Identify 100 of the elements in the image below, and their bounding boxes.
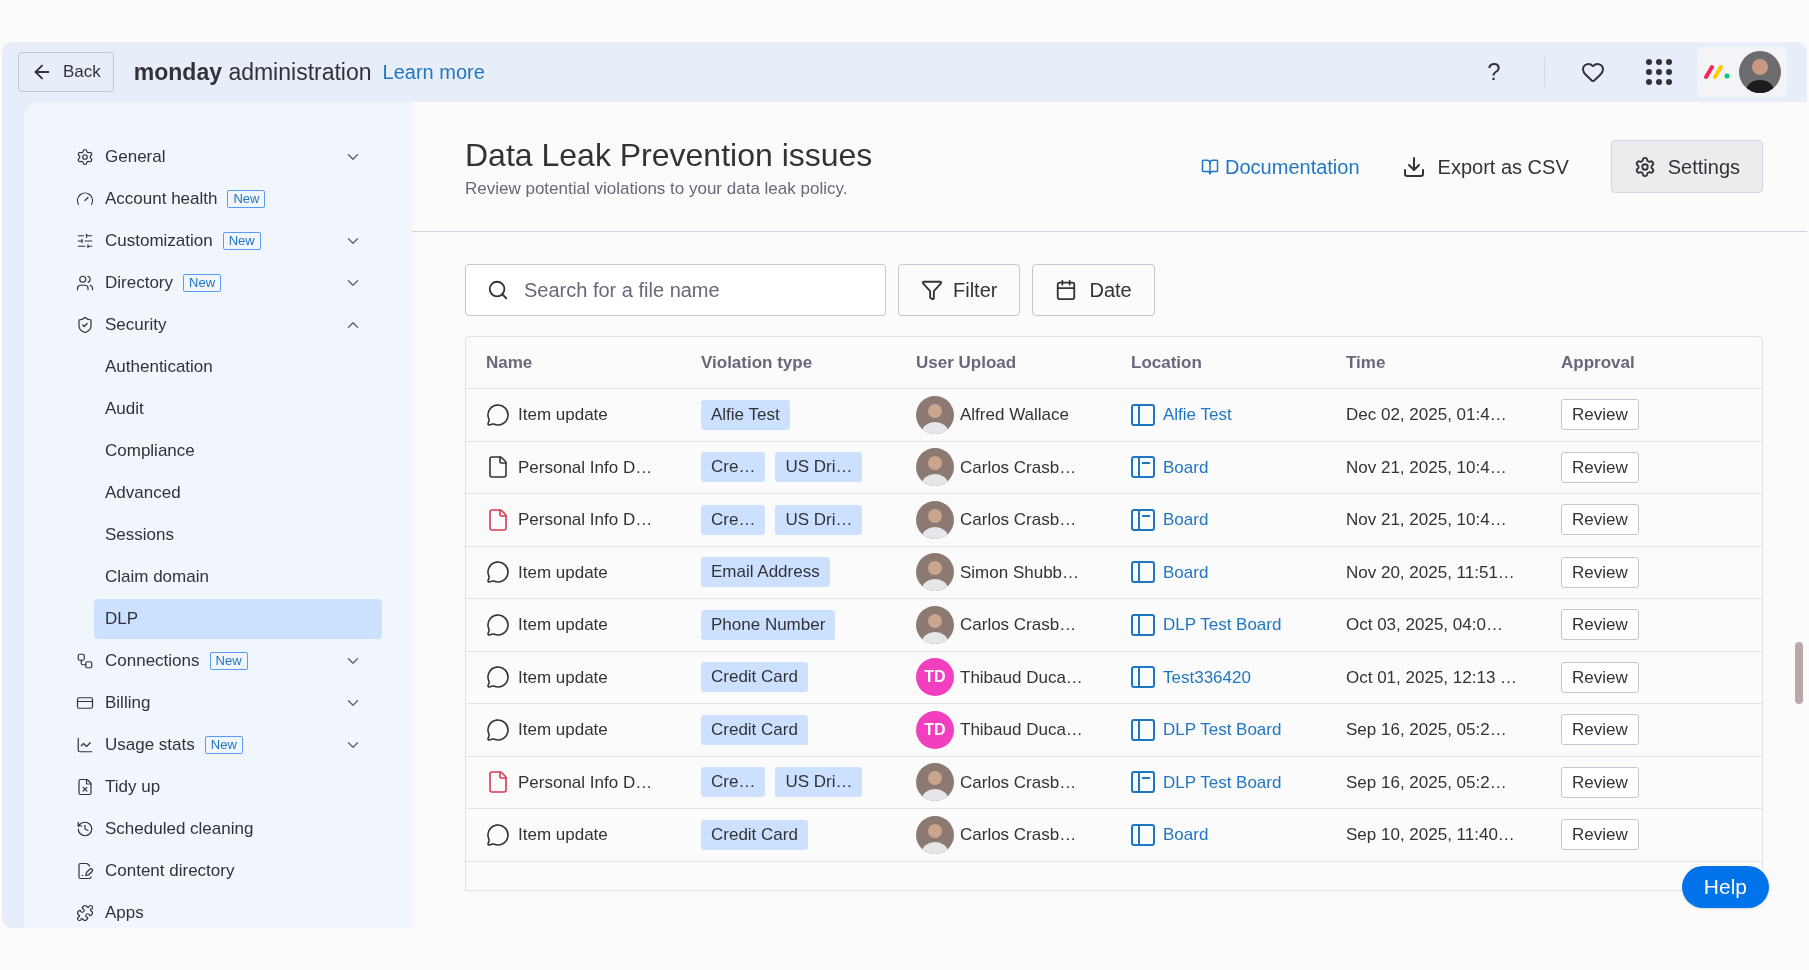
review-button[interactable]: Review (1561, 819, 1639, 851)
search-field[interactable]: Search for a file name (465, 264, 886, 316)
back-button[interactable]: Back (18, 52, 114, 92)
time-cell-text: Oct 03, 2025, 04:0… (1346, 614, 1504, 636)
location-link[interactable]: Board (1163, 454, 1209, 480)
review-button[interactable]: Review (1561, 609, 1639, 641)
avatar (916, 448, 954, 487)
learn-more-link[interactable]: Learn more (382, 57, 485, 87)
board-icon (1131, 823, 1155, 846)
help-icon[interactable]: ? (1482, 54, 1506, 90)
violation-tag: Credit Card (701, 662, 808, 693)
sidebar-item[interactable]: Security (64, 304, 382, 346)
sidebar-item-icon (76, 736, 94, 754)
time-cell-text: Nov 20, 2025, 11:51… (1346, 561, 1516, 584)
speech-bubble-icon (486, 612, 510, 637)
help-button[interactable]: Help (1681, 866, 1769, 908)
sidebar-item-icon (76, 862, 94, 880)
location-link[interactable]: Board (1163, 822, 1209, 848)
violation-tag: US Dri… (775, 452, 863, 483)
violation-tag: US Dri… (775, 767, 863, 798)
review-button[interactable]: Review (1561, 661, 1639, 693)
file-name: Item update (518, 719, 608, 741)
board-icon (1131, 456, 1155, 479)
speech-bubble-icon (486, 822, 510, 847)
document-icon (486, 507, 510, 532)
search-icon (487, 279, 509, 301)
sidebar-item-icon (76, 694, 94, 712)
location-link[interactable]: DLP Test Board (1163, 612, 1282, 638)
filter-button[interactable]: Filter (898, 264, 1021, 316)
user-avatar[interactable] (1739, 51, 1781, 93)
sidebar-item-label: Connections (105, 650, 200, 673)
board-icon (1131, 561, 1155, 584)
location-link[interactable]: Board (1163, 507, 1209, 533)
file-name: Personal Info D… (518, 509, 653, 531)
file-name: Personal Info D… (518, 456, 653, 479)
column-header: Time (1346, 351, 1387, 374)
sidebar-item[interactable]: Usage stats New (64, 724, 382, 766)
review-button[interactable]: Review (1561, 451, 1639, 483)
sidebar-item[interactable]: Scheduled cleaning (64, 808, 382, 850)
location-link[interactable]: DLP Test Board (1163, 769, 1282, 795)
sidebar-item-label: Content directory (105, 860, 235, 883)
violation-tag: US Dri… (775, 504, 863, 535)
date-button[interactable]: Date (1032, 264, 1155, 316)
review-button[interactable]: Review (1561, 399, 1639, 431)
sidebar-item[interactable]: Connections New (64, 640, 382, 682)
sidebar-subitem[interactable]: Advanced (94, 473, 382, 513)
review-button[interactable]: Review (1561, 504, 1639, 536)
sidebar-item[interactable]: Account health New (64, 178, 382, 220)
documentation-link[interactable]: Documentation (1201, 151, 1360, 182)
sidebar-subitem[interactable]: Audit (94, 389, 382, 429)
settings-button[interactable]: Settings (1610, 140, 1763, 193)
logo-icon[interactable] (1703, 64, 1731, 80)
document-icon (486, 770, 510, 795)
apps-grid-icon[interactable] (1645, 58, 1673, 86)
sidebar-item-label: Customization (105, 230, 213, 253)
sidebar-item[interactable]: Apps (64, 892, 382, 928)
board-icon (1131, 613, 1155, 636)
sidebar-item[interactable]: Customization New (64, 220, 382, 262)
sidebar-item[interactable]: Billing (64, 682, 382, 724)
violation-tag: Cre… (701, 767, 766, 798)
export-button[interactable]: Export as CSV (1401, 151, 1569, 182)
scrollbar-thumb[interactable] (1795, 642, 1803, 704)
violation-tag: Cre… (701, 452, 766, 483)
sidebar-subitem[interactable]: Compliance (94, 431, 382, 471)
sidebar-item-icon (76, 274, 94, 292)
time-cell-text: Nov 21, 2025, 10:4… (1346, 456, 1508, 479)
sidebar-item[interactable]: General (64, 136, 382, 178)
location-link[interactable]: Test336420 (1163, 664, 1251, 690)
sidebar-subitem[interactable]: Claim domain (94, 557, 382, 597)
location-link[interactable]: DLP Test Board (1163, 717, 1282, 743)
sidebar-item-label: Account health (105, 188, 218, 211)
sidebar-item[interactable]: Content directory (64, 850, 382, 892)
sidebar-subitem[interactable]: Sessions (94, 515, 382, 555)
sidebar-item-icon (76, 778, 94, 796)
review-button[interactable]: Review (1561, 766, 1639, 798)
sidebar-item[interactable]: Directory New (64, 262, 382, 304)
sidebar-item-label: General (105, 146, 166, 169)
document-icon (486, 455, 510, 480)
review-button[interactable]: Review (1561, 714, 1639, 746)
sidebar-item-label: Directory (105, 272, 173, 295)
sidebar-item-icon (76, 652, 94, 670)
user-name: Carlos Crasb… (960, 771, 1077, 794)
app-title: monday administration (133, 57, 372, 87)
location-link[interactable]: Board (1163, 559, 1209, 585)
violation-tag: Phone Number (701, 609, 836, 640)
column-header: Name (486, 351, 534, 374)
time-cell-text: Sep 16, 2025, 05:2… (1346, 719, 1508, 741)
heart-icon[interactable] (1581, 60, 1605, 84)
file-name: Item update (518, 666, 608, 689)
violation-tag: Alfie Test (701, 399, 790, 430)
user-name: Simon Shubb… (960, 561, 1080, 584)
time-cell-text: Oct 01, 2025, 12:13 … (1346, 666, 1519, 689)
new-badge: New (222, 232, 261, 250)
sidebar-subitem[interactable]: Authentication (94, 347, 382, 387)
new-badge: New (183, 274, 222, 292)
sidebar-subitem[interactable]: DLP (94, 599, 382, 639)
sidebar-item[interactable]: Tidy up (64, 766, 382, 808)
review-button[interactable]: Review (1561, 556, 1639, 588)
avatar (916, 815, 954, 854)
location-link[interactable]: Alfie Test (1163, 402, 1232, 428)
